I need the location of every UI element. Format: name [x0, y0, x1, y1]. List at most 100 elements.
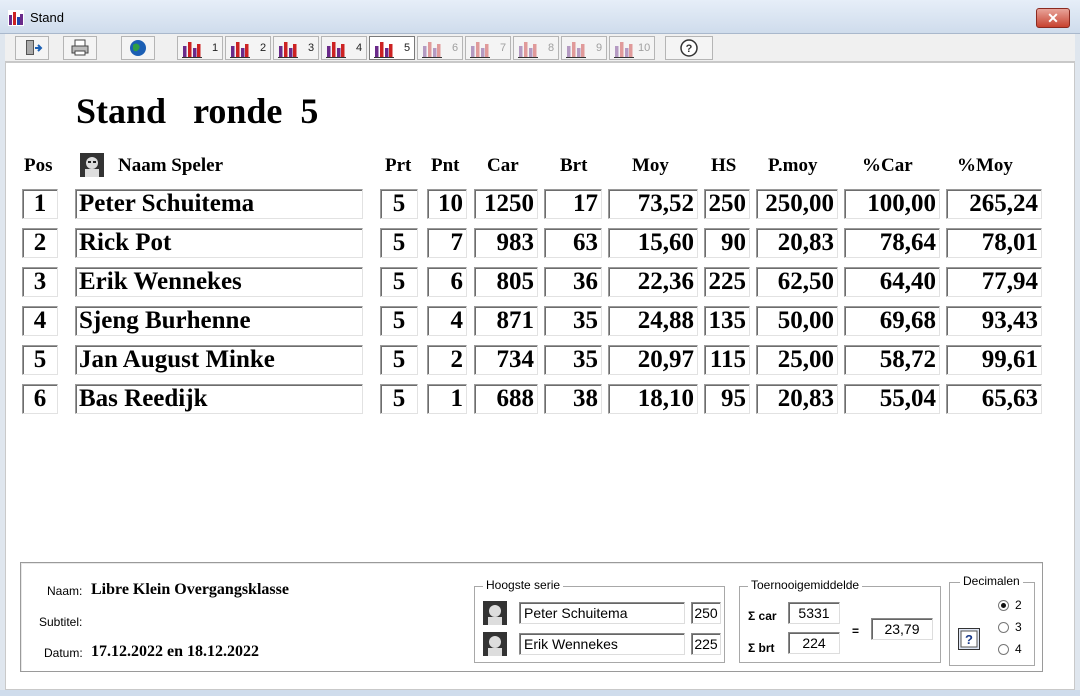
- round-4-button[interactable]: 4: [321, 36, 367, 60]
- row-2-pmoy2-cell: 78,01: [946, 228, 1042, 258]
- row-4-name-cell: Sjeng Burhenne: [75, 306, 363, 336]
- row-3-hs-cell: 225: [704, 267, 750, 297]
- round-number-label: 5: [404, 42, 411, 54]
- row-6-pcar-cell: 55,04: [844, 384, 940, 414]
- window-bottom-edge: [0, 690, 1080, 696]
- row-3-car-cell: 805: [474, 267, 538, 297]
- round-number-label: 4: [356, 42, 363, 54]
- decimals-option-label: 4: [1015, 642, 1022, 656]
- row-4-pos-cell: 4: [22, 306, 58, 336]
- col-header-pos: Pos: [24, 155, 53, 176]
- window-title: Stand: [30, 10, 64, 25]
- col-header-pct-moy: %Moy: [957, 155, 1013, 176]
- row-3-pcar-cell: 64,40: [844, 267, 940, 297]
- row-5-car-cell: 734: [474, 345, 538, 375]
- decimals-radio-2[interactable]: [998, 600, 1009, 611]
- svg-text:?: ?: [965, 632, 973, 647]
- decimals-radio-4[interactable]: [998, 644, 1009, 655]
- round-3-button[interactable]: 3: [273, 36, 319, 60]
- row-4-pnt-cell: 4: [427, 306, 467, 336]
- row-5-pmoy2-cell: 99,61: [946, 345, 1042, 375]
- row-1-brt-cell: 17: [544, 189, 602, 219]
- highest-series-title: Hoogste serie: [483, 578, 564, 592]
- decimals-help-button[interactable]: ?: [958, 628, 980, 650]
- title-word: Stand: [76, 91, 167, 131]
- row-1-name-cell: Peter Schuitema: [75, 189, 363, 219]
- row-5-name-cell: Jan August Minke: [75, 345, 363, 375]
- bar-chart-icon: [566, 42, 586, 58]
- sum-brt-label: Σ brt: [748, 641, 775, 655]
- bar-chart-icon: [374, 42, 394, 58]
- close-button[interactable]: ✕: [1036, 8, 1070, 28]
- decimals-radio-3[interactable]: [998, 622, 1009, 633]
- row-4-brt-cell: 35: [544, 306, 602, 336]
- row-5-hs-cell: 115: [704, 345, 750, 375]
- col-header-pmoy: P.moy: [768, 155, 818, 176]
- row-3-prt-cell: 5: [380, 267, 418, 297]
- title-round-number: 5: [300, 91, 319, 131]
- title-round-word: ronde: [193, 91, 283, 131]
- round-number-label: 9: [596, 42, 603, 54]
- row-1-hs-cell: 250: [704, 189, 750, 219]
- decimals-group: Decimalen ? 2 3 4: [949, 574, 1035, 666]
- row-4-pmoy-cell: 50,00: [756, 306, 838, 336]
- round-9-button[interactable]: 9: [561, 36, 607, 60]
- bar-chart-icon: [470, 42, 490, 58]
- tournament-date: 17.12.2022 en 18.12.2022: [91, 643, 259, 660]
- highest-series-group: Hoogste serie Peter Schuitema 250 Erik W…: [474, 578, 725, 663]
- decimals-title: Decimalen: [960, 574, 1023, 588]
- sum-brt-value: 224: [788, 632, 840, 654]
- round-number-label: 6: [452, 42, 459, 54]
- web-button[interactable]: [121, 36, 155, 60]
- round-8-button[interactable]: 8: [513, 36, 559, 60]
- help-button[interactable]: ?: [665, 36, 713, 60]
- page-title: Stand ronde 5: [76, 90, 318, 132]
- round-number-label: 2: [260, 42, 267, 54]
- exit-door-icon: [26, 40, 43, 55]
- col-header-hs: HS: [711, 155, 737, 176]
- exit-button[interactable]: [15, 36, 49, 60]
- help-icon: ?: [960, 630, 978, 648]
- row-4-car-cell: 871: [474, 306, 538, 336]
- round-number-label: 7: [500, 42, 507, 54]
- bar-chart-icon: [614, 42, 634, 58]
- bar-chart-icon: [230, 42, 250, 58]
- row-5-pnt-cell: 2: [427, 345, 467, 375]
- col-header-moy: Moy: [632, 155, 669, 176]
- row-4-moy-cell: 24,88: [608, 306, 698, 336]
- svg-text:?: ?: [686, 43, 693, 55]
- sum-car-label: Σ car: [748, 609, 777, 623]
- row-2-pnt-cell: 7: [427, 228, 467, 258]
- col-header-name: Naam Speler: [118, 155, 224, 176]
- highest-series-value-1: 250: [691, 602, 721, 624]
- row-1-moy-cell: 73,52: [608, 189, 698, 219]
- row-6-hs-cell: 95: [704, 384, 750, 414]
- tournament-info-panel: Naam: Libre Klein Overgangsklasse Subtit…: [20, 562, 1043, 672]
- row-3-pos-cell: 3: [22, 267, 58, 297]
- round-5-button[interactable]: 5: [369, 36, 415, 60]
- row-6-brt-cell: 38: [544, 384, 602, 414]
- round-number-label: 1: [212, 42, 219, 54]
- round-10-button[interactable]: 10: [609, 36, 655, 60]
- row-2-name-cell: Rick Pot: [75, 228, 363, 258]
- round-1-button[interactable]: 1: [177, 36, 223, 60]
- row-5-pcar-cell: 58,72: [844, 345, 940, 375]
- row-2-prt-cell: 5: [380, 228, 418, 258]
- highest-series-value-2: 225: [691, 633, 721, 655]
- globe-icon: [130, 40, 146, 56]
- round-6-button[interactable]: 6: [417, 36, 463, 60]
- row-4-hs-cell: 135: [704, 306, 750, 336]
- round-2-button[interactable]: 2: [225, 36, 271, 60]
- row-5-brt-cell: 35: [544, 345, 602, 375]
- round-7-button[interactable]: 7: [465, 36, 511, 60]
- printer-icon: [71, 39, 89, 56]
- player-portrait-icon: [483, 601, 507, 625]
- col-header-car: Car: [487, 155, 519, 176]
- row-5-moy-cell: 20,97: [608, 345, 698, 375]
- tournament-name: Libre Klein Overgangsklasse: [91, 581, 289, 598]
- player-portrait-icon: [80, 153, 104, 177]
- highest-series-player-1: Peter Schuitema: [519, 602, 685, 624]
- row-1-pos-cell: 1: [22, 189, 58, 219]
- print-button[interactable]: [63, 36, 97, 60]
- chart-app-icon: [8, 10, 24, 26]
